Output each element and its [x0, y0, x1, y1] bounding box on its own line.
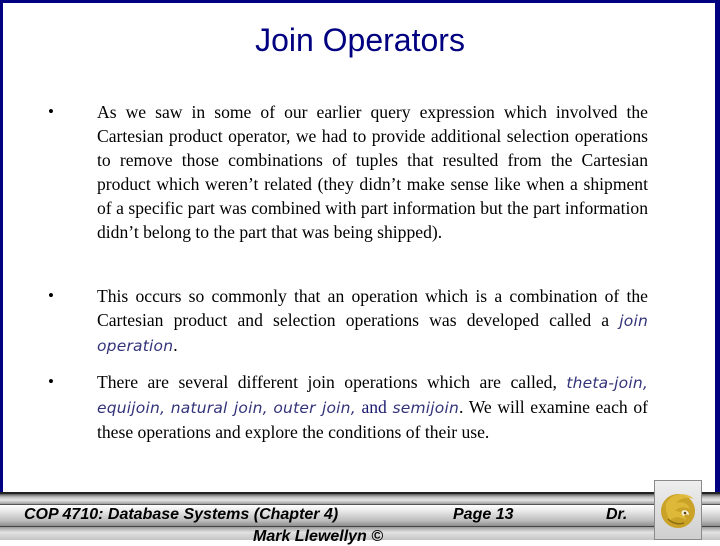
emphasized-term: theta-join, — [566, 374, 648, 392]
pegasus-icon — [661, 494, 695, 528]
conjunction: and — [361, 397, 387, 417]
footer-author-name: Mark Llewellyn © — [253, 528, 384, 545]
slide-title: Join Operators — [255, 22, 465, 58]
bullet-text-part: . — [173, 335, 178, 355]
emphasized-term: semijoin — [392, 399, 460, 417]
slide: Join Operators • As we saw in some of ou… — [0, 0, 720, 545]
bullet-marker: • — [48, 102, 54, 121]
emphasized-term: natural join, — [170, 399, 268, 417]
footer-course: COP 4710: Database Systems (Chapter 4) — [24, 506, 339, 523]
slide-border-top — [0, 0, 720, 3]
footer-page-number: Page 13 — [453, 506, 514, 523]
bullet-marker: • — [48, 372, 54, 391]
slide-border-left — [0, 0, 3, 492]
bullet-text-part: This occurs so commonly that an operatio… — [97, 286, 648, 330]
bullet-marker: • — [48, 286, 54, 305]
bullet-text-part: There are several different join operati… — [97, 372, 567, 392]
emphasized-term: equijoin, — [97, 399, 166, 417]
footer-bar — [0, 492, 720, 504]
ucf-logo — [654, 480, 702, 540]
slide-border-right — [715, 0, 720, 492]
bullet-text: This occurs so commonly that an operatio… — [97, 284, 648, 358]
bullet-text: As we saw in some of our earlier query e… — [97, 102, 648, 242]
emphasized-term: outer join, — [273, 399, 356, 417]
slide-footer: COP 4710: Database Systems (Chapter 4) P… — [0, 492, 720, 545]
bullet-text: There are several different join operati… — [97, 370, 648, 444]
footer-author: Dr. — [606, 506, 628, 523]
